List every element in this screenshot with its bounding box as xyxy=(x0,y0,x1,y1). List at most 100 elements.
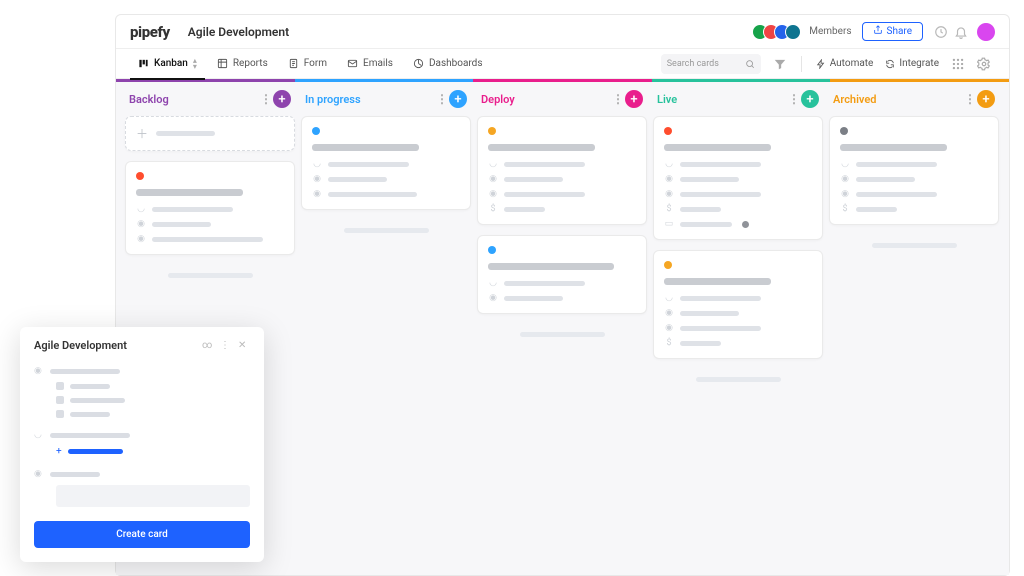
card[interactable]: ◡ ◉ ◉ xyxy=(125,161,295,255)
radio-icon: ◉ xyxy=(312,174,322,184)
radio-icon: ◉ xyxy=(664,189,674,199)
clock-icon[interactable] xyxy=(934,25,948,39)
placeholder-line xyxy=(680,177,739,182)
user-icon: ◡ xyxy=(664,159,674,169)
card-title-placeholder xyxy=(488,263,614,270)
user-icon: ◡ xyxy=(488,278,498,288)
text-input[interactable] xyxy=(56,485,250,507)
member-avatars[interactable] xyxy=(752,24,801,40)
bell-icon[interactable] xyxy=(954,25,968,39)
placeholder-line xyxy=(156,131,215,136)
status-dot-amber xyxy=(488,127,496,135)
placeholder-line xyxy=(856,177,915,182)
integrate-button[interactable]: Integrate xyxy=(881,58,943,69)
placeholder-line xyxy=(328,192,417,197)
quick-add-card[interactable]: ＋ xyxy=(125,116,295,151)
card[interactable]: ◡ ◉ ◉ $ xyxy=(653,250,823,359)
user-icon: ◡ xyxy=(664,293,674,303)
placeholder-line xyxy=(504,207,545,212)
dollar-icon: $ xyxy=(664,338,674,348)
create-card-label: Create card xyxy=(116,529,168,540)
add-card-button[interactable]: + xyxy=(273,90,291,108)
placeholder-line xyxy=(504,192,585,197)
square-icon xyxy=(56,396,64,404)
tab-emails[interactable]: Emails xyxy=(339,49,401,79)
placeholder-line xyxy=(504,162,585,167)
search-input[interactable]: Search cards xyxy=(661,54,761,74)
card[interactable]: ◡ ◉ ◉ xyxy=(301,116,471,210)
placeholder-line xyxy=(70,412,110,417)
radio-icon: ◉ xyxy=(34,469,44,479)
card[interactable]: ◡ ◉ ◉ $ xyxy=(829,116,999,225)
card-title-placeholder xyxy=(664,278,771,285)
filter-icon[interactable] xyxy=(773,57,787,71)
placeholder-line xyxy=(680,222,732,227)
placeholder-line xyxy=(50,472,100,477)
placeholder-line xyxy=(856,192,937,197)
column-menu-icon[interactable]: ⋮ xyxy=(963,92,977,106)
divider xyxy=(801,56,802,72)
close-icon[interactable]: ✕ xyxy=(238,340,250,351)
column-title: Deploy xyxy=(481,93,611,106)
add-card-button[interactable]: + xyxy=(449,90,467,108)
radio-icon: ◉ xyxy=(840,174,850,184)
share-button[interactable]: Share xyxy=(862,22,923,41)
add-card-button[interactable]: + xyxy=(977,90,995,108)
placeholder-line xyxy=(328,177,387,182)
card[interactable]: ◡ ◉ ◉ $ ▭ xyxy=(653,116,823,240)
card[interactable]: ◡ ◉ ◉ $ xyxy=(477,116,647,225)
add-card-button[interactable]: + xyxy=(801,90,819,108)
tab-label: Dashboards xyxy=(429,58,483,69)
plus-icon[interactable]: + xyxy=(56,446,62,457)
column-deploy: Deploy ⋮ + ◡ ◉ ◉ $ ◡ ◉ xyxy=(477,82,647,575)
radio-icon: ◉ xyxy=(664,323,674,333)
column-live: Live ⋮ + ◡ ◉ ◉ $ ▭ ◡ ◉ ◉ $ xyxy=(653,82,823,575)
placeholder-line xyxy=(680,192,761,197)
members-label[interactable]: Members xyxy=(809,26,851,37)
form-icon xyxy=(288,58,299,69)
kanban-icon xyxy=(138,58,149,69)
tab-label: Form xyxy=(304,58,327,69)
profile-avatar[interactable] xyxy=(977,23,995,41)
placeholder-line xyxy=(152,222,211,227)
create-card-button[interactable]: Create card xyxy=(34,521,250,548)
link-placeholder[interactable] xyxy=(68,449,123,454)
user-icon: ◡ xyxy=(840,159,850,169)
settings-icon[interactable] xyxy=(977,57,991,71)
emails-icon xyxy=(347,58,358,69)
square-icon xyxy=(56,410,64,418)
user-icon: ◡ xyxy=(488,159,498,169)
column-menu-icon[interactable]: ⋮ xyxy=(435,92,449,106)
column-menu-icon[interactable]: ⋮ xyxy=(787,92,801,106)
status-dot-red xyxy=(664,127,672,135)
radio-icon: ◉ xyxy=(488,189,498,199)
tab-dashboards[interactable]: Dashboards xyxy=(405,49,491,79)
card[interactable]: ◡ ◉ xyxy=(477,235,647,314)
radio-icon: ◉ xyxy=(312,189,322,199)
column-archived: Archived ⋮ + ◡ ◉ ◉ $ xyxy=(829,82,999,575)
more-icon[interactable]: ⋮ xyxy=(220,340,232,351)
card-title-placeholder xyxy=(840,144,947,151)
user-icon: ◡ xyxy=(34,430,44,440)
pipe-title: Agile Development xyxy=(188,25,289,39)
card-title-placeholder xyxy=(488,144,595,151)
tab-label: Reports xyxy=(233,58,268,69)
link-icon[interactable]: ∞ xyxy=(202,340,214,351)
column-menu-icon[interactable]: ⋮ xyxy=(259,92,273,106)
share-label: Share xyxy=(887,26,912,37)
user-icon: ◡ xyxy=(136,204,146,214)
apps-icon[interactable] xyxy=(951,57,965,71)
square-icon xyxy=(56,382,64,390)
card-title-placeholder xyxy=(136,189,243,196)
tab-label: Emails xyxy=(363,58,393,69)
tab-form[interactable]: Form xyxy=(280,49,335,79)
column-menu-icon[interactable]: ⋮ xyxy=(611,92,625,106)
tab-label: Kanban xyxy=(154,58,188,69)
add-card-button[interactable]: + xyxy=(625,90,643,108)
tab-kanban[interactable]: Kanban ▴▾ xyxy=(130,49,205,79)
automate-button[interactable]: Automate xyxy=(812,58,878,69)
status-dot-grey xyxy=(742,221,749,228)
reports-icon xyxy=(217,58,228,69)
tab-reports[interactable]: Reports xyxy=(209,49,276,79)
radio-icon: ◉ xyxy=(136,234,146,244)
